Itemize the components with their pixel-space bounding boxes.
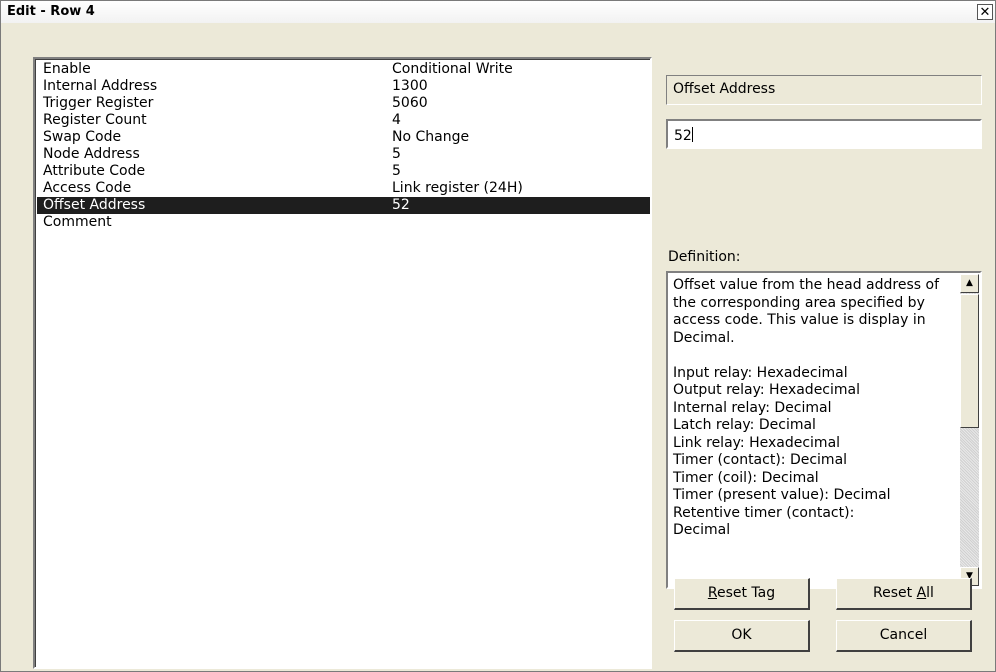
reset-all-button[interactable]: Reset All — [836, 578, 972, 610]
property-value: 5 — [392, 146, 401, 162]
property-name: Trigger Register — [43, 95, 154, 111]
property-value: Conditional Write — [392, 61, 513, 77]
reset-all-label-suffix: ll — [926, 585, 934, 601]
property-row[interactable]: Swap Code No Change — [37, 129, 650, 146]
definition-text: Offset value from the head address of th… — [673, 277, 940, 538]
property-row[interactable]: Access Code Link register (24H) — [37, 180, 650, 197]
property-row[interactable]: Enable Conditional Write — [37, 61, 650, 78]
property-value: 1300 — [392, 78, 428, 94]
property-row[interactable]: Trigger Register 5060 — [37, 95, 650, 112]
property-row[interactable]: Offset Address 52 — [37, 197, 650, 214]
title-bar[interactable]: Edit - Row 4 ✕ — [1, 1, 995, 23]
property-name: Register Count — [43, 112, 147, 128]
definition-label: Definition: — [668, 249, 741, 265]
definition-scrollbar[interactable]: ▲ ▼ — [960, 274, 979, 586]
reset-tag-button[interactable]: Reset Tag — [674, 578, 810, 610]
property-name: Enable — [43, 61, 91, 77]
property-name: Swap Code — [43, 129, 122, 145]
property-row[interactable]: Attribute Code 5 — [37, 163, 650, 180]
property-name: Node Address — [43, 146, 140, 162]
text-caret — [691, 127, 693, 142]
selected-field-name: Offset Address — [666, 75, 982, 105]
scroll-up-arrow-icon[interactable]: ▲ — [960, 274, 979, 293]
property-value: 4 — [392, 112, 401, 128]
property-name: Comment — [43, 214, 112, 230]
reset-all-label-prefix: Reset — [873, 585, 917, 601]
value-input[interactable]: 52 — [666, 119, 982, 149]
close-icon[interactable]: ✕ — [977, 4, 993, 20]
property-row[interactable]: Internal Address 1300 — [37, 78, 650, 95]
property-list[interactable]: Enable Conditional Write Internal Address 1… — [33, 57, 652, 669]
edit-row-dialog: Edit - Row 4 ✕ Enable Conditional Write In… — [0, 0, 996, 672]
definition-textbox[interactable]: Offset value from the head address of th… — [666, 271, 982, 589]
reset-tag-label-suffix: eset Tag — [716, 585, 776, 601]
property-value: 52 — [392, 197, 410, 213]
reset-tag-mnemonic: R — [707, 585, 717, 601]
property-value: 5 — [392, 163, 401, 179]
property-row[interactable]: Comment — [37, 214, 650, 231]
property-value: No Change — [392, 129, 470, 145]
property-row[interactable]: Node Address 5 — [37, 146, 650, 163]
scrollbar-thumb[interactable] — [960, 294, 979, 428]
dialog-client-area: Enable Conditional Write Internal Address 1… — [1, 23, 995, 671]
cancel-button[interactable]: Cancel — [836, 620, 972, 652]
dialog-title: Edit - Row 4 — [7, 4, 95, 19]
property-name: Access Code — [43, 180, 132, 196]
property-value: Link register (24H) — [392, 180, 523, 196]
property-name: Offset Address — [43, 197, 146, 213]
ok-button[interactable]: OK — [674, 620, 810, 652]
property-value: 5060 — [392, 95, 428, 111]
value-input-text: 52 — [674, 128, 692, 144]
property-row[interactable]: Register Count 4 — [37, 112, 650, 129]
reset-all-mnemonic: A — [916, 585, 927, 601]
property-name: Attribute Code — [43, 163, 146, 179]
property-name: Internal Address — [43, 78, 158, 94]
